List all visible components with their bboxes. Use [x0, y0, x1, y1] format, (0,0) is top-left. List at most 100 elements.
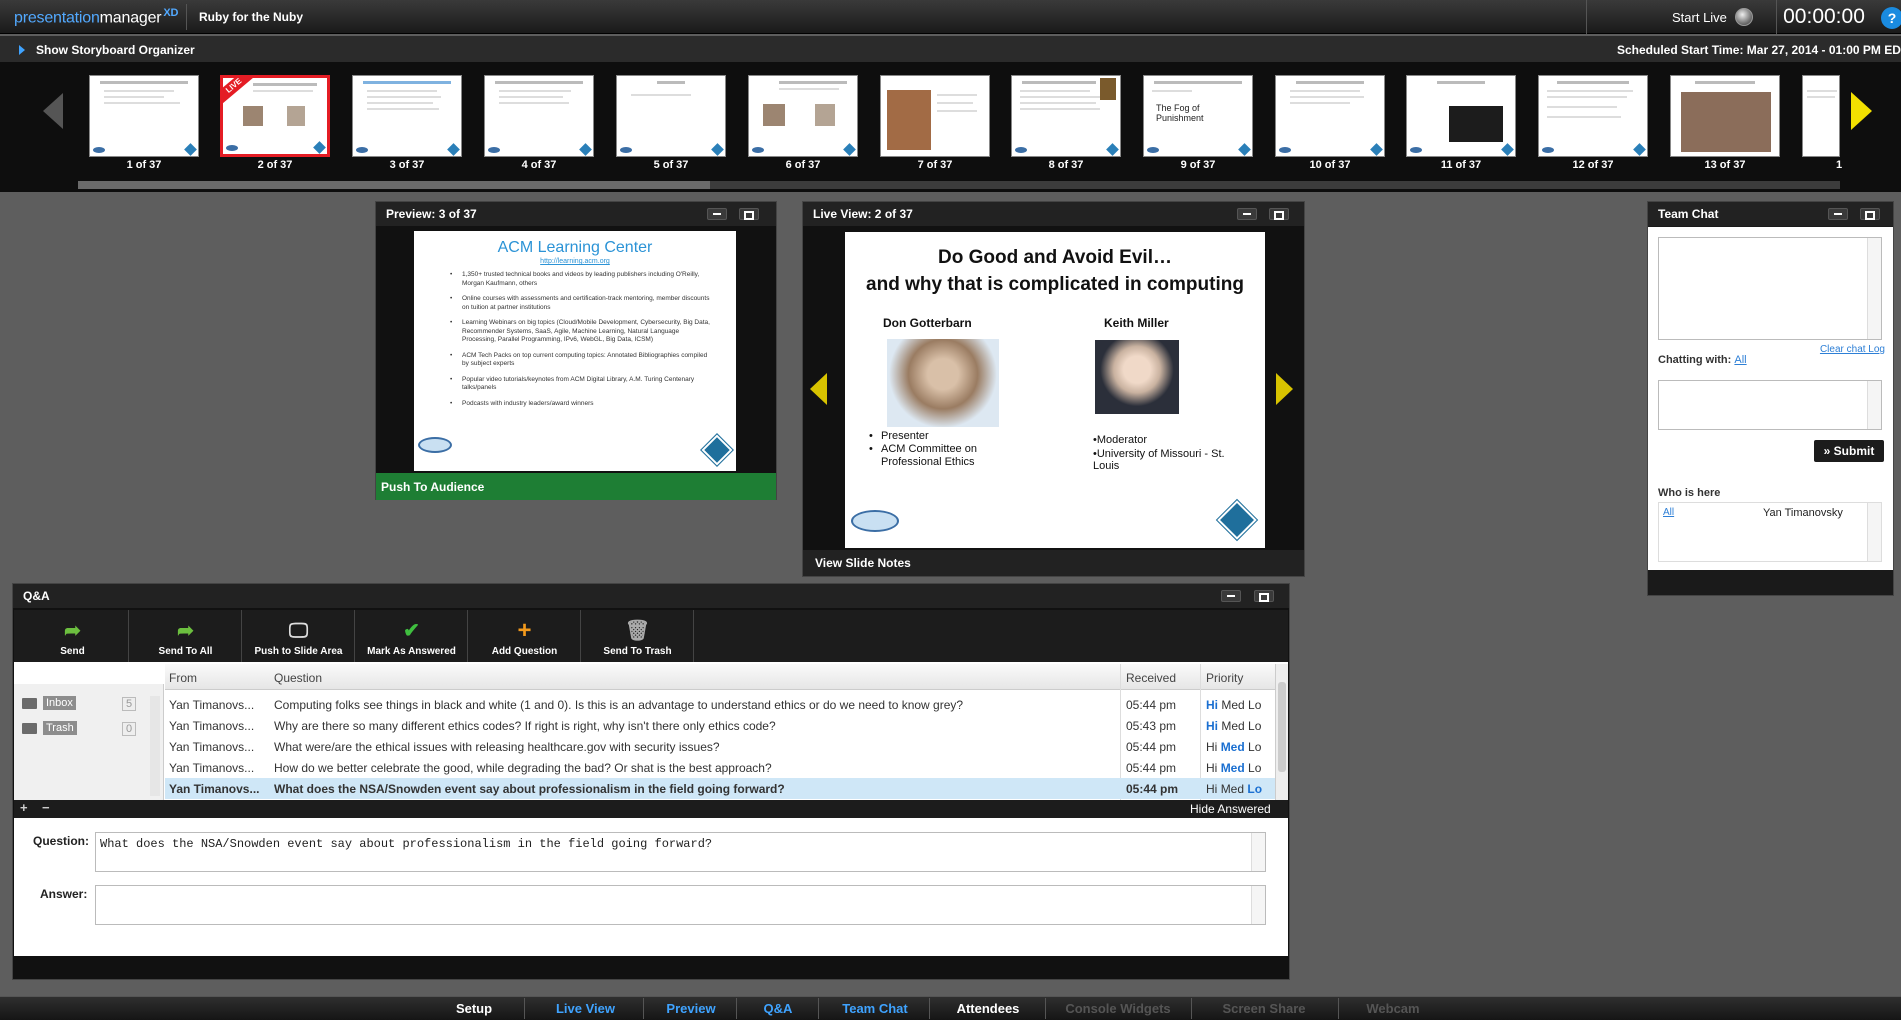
add-folder-icon[interactable]: + — [20, 800, 28, 815]
table-row[interactable]: Yan Timanovs... Why are there so many di… — [165, 715, 1275, 736]
row-priority[interactable]: Hi Med Lo — [1206, 782, 1262, 796]
minimize-icon[interactable] — [1828, 208, 1848, 220]
send-button[interactable]: ➦ Send — [17, 610, 129, 662]
tab-team-chat[interactable]: Team Chat — [827, 1001, 923, 1016]
priority-lo[interactable]: Lo — [1248, 740, 1261, 754]
push-to-slide-area-button[interactable]: 🖵 Push to Slide Area — [243, 610, 355, 662]
column-header-question[interactable]: Question — [274, 671, 322, 685]
tab-live-view[interactable]: Live View — [537, 1001, 634, 1016]
row-priority[interactable]: Hi Med Lo — [1206, 761, 1261, 775]
priority-med[interactable]: Med — [1221, 698, 1244, 712]
filmstrip-next-icon[interactable] — [1851, 92, 1872, 130]
who-is-here-scrollbar[interactable] — [1867, 503, 1881, 561]
table-row-selected[interactable]: Yan Timanovs... What does the NSA/Snowde… — [165, 778, 1275, 799]
tab-preview[interactable]: Preview — [653, 1001, 729, 1016]
folder-inbox[interactable]: Inbox 5 — [22, 696, 137, 711]
maximize-icon[interactable] — [739, 208, 759, 220]
mark-as-answered-button[interactable]: ✔ Mark As Answered — [356, 610, 468, 662]
row-priority[interactable]: Hi Med Lo — [1206, 740, 1261, 754]
tab-console-widgets[interactable]: Console Widgets — [1054, 1001, 1182, 1016]
row-priority[interactable]: Hi Med Lo — [1206, 719, 1261, 733]
maximize-icon[interactable] — [1254, 590, 1274, 602]
slide-thumbnail[interactable] — [89, 75, 199, 157]
tab-setup[interactable]: Setup — [437, 1001, 511, 1016]
priority-hi[interactable]: Hi — [1206, 698, 1218, 712]
question-field-scrollbar[interactable] — [1251, 833, 1265, 871]
table-row[interactable]: Yan Timanovs... What were/are the ethica… — [165, 736, 1275, 757]
priority-lo[interactable]: Lo — [1248, 719, 1261, 733]
qa-table-scroll-thumb[interactable] — [1278, 682, 1286, 772]
chat-submit-button[interactable]: » Submit — [1814, 440, 1884, 462]
chatting-with-all-link[interactable]: All — [1734, 354, 1746, 366]
priority-med[interactable]: Med — [1221, 782, 1244, 796]
minimize-icon[interactable] — [1237, 208, 1257, 220]
slide-thumbnail[interactable] — [748, 75, 858, 157]
chat-message-input[interactable] — [1658, 380, 1882, 430]
answer-field-scrollbar[interactable] — [1251, 886, 1265, 924]
hide-answered-toggle[interactable]: Hide Answered — [1190, 802, 1271, 816]
table-row[interactable]: Yan Timanovs... Computing folks see thin… — [165, 694, 1275, 715]
priority-med[interactable]: Med — [1221, 719, 1244, 733]
priority-hi[interactable]: Hi — [1206, 782, 1217, 796]
start-live-icon[interactable] — [1735, 8, 1753, 26]
previous-slide-icon[interactable] — [810, 373, 827, 405]
maximize-icon[interactable] — [1269, 208, 1289, 220]
start-live-button[interactable]: Start Live — [1672, 10, 1727, 25]
remove-folder-icon[interactable]: − — [42, 800, 50, 815]
priority-hi[interactable]: Hi — [1206, 719, 1218, 733]
slide-thumbnail[interactable] — [352, 75, 462, 157]
slide-thumbnail[interactable]: The Fog of Punishment — [1143, 75, 1253, 157]
storyboard-toggle[interactable]: Show Storyboard Organizer — [36, 43, 195, 57]
maximize-icon[interactable] — [1860, 208, 1880, 220]
slide-thumbnail[interactable] — [880, 75, 990, 157]
tab-webcam[interactable]: Webcam — [1346, 1001, 1440, 1016]
chat-input-scrollbar[interactable] — [1867, 381, 1881, 429]
priority-hi[interactable]: Hi — [1206, 761, 1217, 775]
slide-thumbnail[interactable] — [1670, 75, 1780, 157]
qa-table-scrollbar[interactable] — [1275, 664, 1288, 800]
priority-lo[interactable]: Lo — [1247, 782, 1262, 796]
slide-thumbnail[interactable] — [484, 75, 594, 157]
expand-arrow-icon[interactable] — [19, 45, 25, 55]
column-header-from[interactable]: From — [169, 671, 197, 685]
slide-thumbnail[interactable] — [1538, 75, 1648, 157]
send-to-all-button[interactable]: ➦ Send To All — [130, 610, 242, 662]
minimize-icon[interactable] — [1221, 590, 1241, 602]
slide-thumbnail[interactable] — [1406, 75, 1516, 157]
row-priority[interactable]: Hi Med Lo — [1206, 698, 1261, 712]
next-slide-icon[interactable] — [1276, 373, 1293, 405]
send-to-trash-button[interactable]: 🗑 Send To Trash — [582, 610, 694, 662]
folder-scrollbar[interactable] — [150, 696, 160, 796]
answer-field[interactable] — [95, 885, 1266, 925]
preview-slide-link[interactable]: http://learning.acm.org — [414, 258, 736, 265]
chat-log-scrollbar[interactable] — [1867, 238, 1881, 339]
column-header-received[interactable]: Received — [1126, 671, 1176, 685]
minimize-icon[interactable] — [707, 208, 727, 220]
priority-med[interactable]: Med — [1221, 740, 1245, 754]
priority-hi[interactable]: Hi — [1206, 740, 1217, 754]
column-header-priority[interactable]: Priority — [1206, 671, 1243, 685]
folder-trash[interactable]: Trash 0 — [22, 721, 137, 736]
slide-thumbnail[interactable] — [1011, 75, 1121, 157]
tab-attendees[interactable]: Attendees — [938, 1001, 1038, 1016]
tab-screen-share[interactable]: Screen Share — [1200, 1001, 1328, 1016]
slide-thumbnail[interactable] — [1802, 75, 1840, 157]
slide-thumbnail-live[interactable]: LIVE — [220, 75, 330, 157]
clear-chat-log-link[interactable]: Clear chat Log — [1820, 344, 1885, 355]
slide-thumbnail[interactable] — [1275, 75, 1385, 157]
help-icon[interactable]: ? — [1881, 7, 1901, 29]
add-question-button[interactable]: + Add Question — [469, 610, 581, 662]
filmstrip-prev-icon[interactable] — [43, 93, 63, 129]
push-to-audience-button[interactable]: Push To Audience — [376, 473, 776, 500]
priority-lo[interactable]: Lo — [1248, 698, 1261, 712]
chat-log[interactable] — [1658, 237, 1882, 340]
question-field[interactable]: What does the NSA/Snowden event say abou… — [95, 832, 1266, 872]
filmstrip-scroll-thumb[interactable] — [78, 181, 710, 189]
slide-thumbnail[interactable] — [616, 75, 726, 157]
view-slide-notes-button[interactable]: View Slide Notes — [803, 550, 1304, 576]
priority-lo[interactable]: Lo — [1248, 761, 1261, 775]
priority-med[interactable]: Med — [1221, 761, 1245, 775]
who-is-here-all-link[interactable]: All — [1663, 507, 1674, 518]
table-row[interactable]: Yan Timanovs... How do we better celebra… — [165, 757, 1275, 778]
tab-qa[interactable]: Q&A — [745, 1001, 811, 1016]
